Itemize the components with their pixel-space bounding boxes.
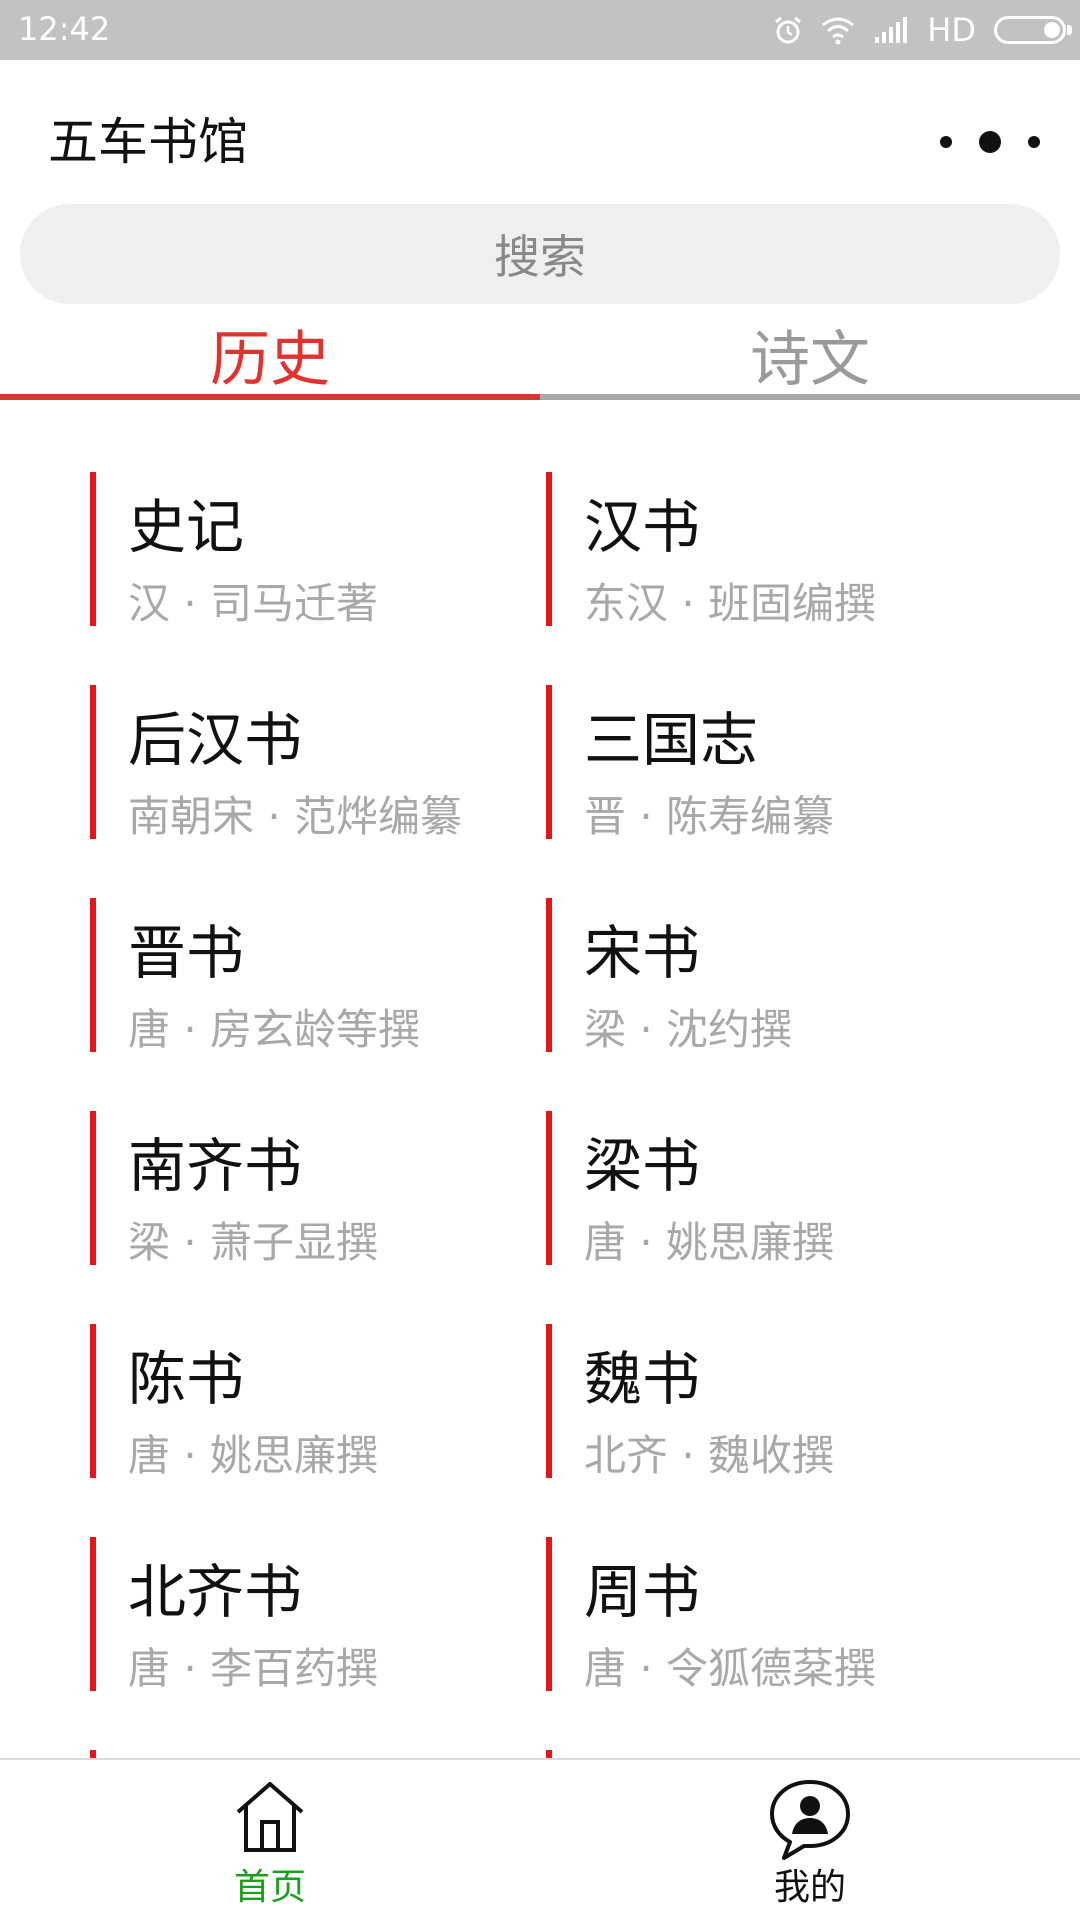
signal-icon [875, 17, 908, 43]
book-author: 梁 · 萧子显撰 [128, 1218, 379, 1267]
category-tabs: 历史 诗文 [0, 320, 1080, 400]
book-card[interactable]: 宋书 梁 · 沈约撰 [546, 898, 986, 1054]
book-author: 唐 · 令狐德棻撰 [584, 1644, 877, 1693]
card-accent-bar [546, 1324, 552, 1478]
wifi-icon [822, 17, 855, 45]
status-bar: 12:42 HD [0, 0, 1080, 60]
book-card[interactable]: 晋书 唐 · 房玄龄等撰 [90, 898, 530, 1054]
book-author: 唐 · 姚思廉撰 [584, 1218, 835, 1267]
home-icon [236, 1782, 304, 1852]
book-title: 南齐书 [128, 1132, 303, 1200]
book-title: 梁书 [584, 1132, 701, 1200]
book-author: 晋 · 陈寿编纂 [584, 792, 835, 841]
book-author: 唐 · 房玄龄等撰 [128, 1005, 421, 1054]
network-type: HD [927, 11, 976, 49]
book-title: 晋书 [128, 919, 245, 987]
nav-home-label: 首页 [233, 1867, 306, 1908]
card-accent-bar [546, 898, 552, 1052]
card-accent-bar [90, 1111, 96, 1265]
card-accent-bar [90, 1537, 96, 1691]
more-dots-icon[interactable] [940, 122, 1040, 162]
card-accent-bar [90, 685, 96, 839]
book-title: 魏书 [584, 1345, 701, 1413]
book-author: 唐 · 李百药撰 [128, 1644, 379, 1693]
status-icons: HD [773, 10, 1072, 50]
book-card[interactable]: 陈书 唐 · 姚思廉撰 [90, 1324, 530, 1480]
book-card[interactable]: 汉书 东汉 · 班固编撰 [546, 472, 986, 628]
battery-icon [994, 16, 1072, 44]
profile-chat-icon [770, 1780, 850, 1860]
book-card[interactable]: 周书 唐 · 令狐德棻撰 [546, 1537, 986, 1693]
book-author: 北齐 · 魏收撰 [584, 1431, 835, 1480]
tab-poetry[interactable]: 诗文 [540, 320, 1080, 400]
nav-profile-label: 我的 [773, 1867, 846, 1908]
card-accent-bar [90, 1324, 96, 1478]
card-accent-bar [90, 472, 96, 626]
status-time: 12:42 [18, 10, 111, 48]
nav-profile[interactable]: 我的 [540, 1760, 1080, 1920]
bottom-nav: 首页 我的 [0, 1758, 1080, 1920]
page-title: 五车书馆 [48, 113, 248, 171]
book-card[interactable]: 梁书 唐 · 姚思廉撰 [546, 1111, 986, 1267]
book-author: 南朝宋 · 范烨编纂 [128, 792, 463, 841]
book-title: 三国志 [584, 706, 759, 774]
card-accent-bar [90, 898, 96, 1052]
book-card[interactable]: 南齐书 梁 · 萧子显撰 [90, 1111, 530, 1267]
book-card[interactable]: 史记 汉 · 司马迁著 [90, 472, 530, 628]
book-title: 宋书 [584, 919, 701, 987]
book-title: 汉书 [584, 493, 701, 561]
book-title: 北齐书 [128, 1558, 303, 1626]
title-bar: 五车书馆 [0, 60, 1080, 202]
book-card[interactable]: 三国志 晋 · 陈寿编纂 [546, 685, 986, 841]
app-screen: 12:42 HD 五车书馆 搜索 历史 诗文 史记 汉 · 司马迁著 汉书 东汉… [0, 0, 1080, 1920]
book-author: 东汉 · 班固编撰 [584, 579, 877, 628]
book-title: 后汉书 [128, 706, 303, 774]
book-author: 唐 · 姚思廉撰 [128, 1431, 379, 1480]
book-author: 汉 · 司马迁著 [128, 579, 379, 628]
card-accent-bar [546, 1537, 552, 1691]
search-placeholder: 搜索 [494, 230, 586, 284]
book-card[interactable]: 后汉书 南朝宋 · 范烨编纂 [90, 685, 530, 841]
book-title: 陈书 [128, 1345, 245, 1413]
book-author: 梁 · 沈约撰 [584, 1005, 793, 1054]
book-card[interactable]: 北齐书 唐 · 李百药撰 [90, 1537, 530, 1693]
book-title: 史记 [128, 493, 245, 561]
search-input[interactable]: 搜索 [20, 204, 1060, 304]
book-title: 周书 [584, 1558, 701, 1626]
tab-history[interactable]: 历史 [0, 320, 540, 400]
card-accent-bar [546, 685, 552, 839]
card-accent-bar [546, 1111, 552, 1265]
alarm-icon [775, 16, 802, 44]
nav-home[interactable]: 首页 [0, 1760, 540, 1920]
card-accent-bar [546, 472, 552, 626]
book-card[interactable]: 魏书 北齐 · 魏收撰 [546, 1324, 986, 1480]
